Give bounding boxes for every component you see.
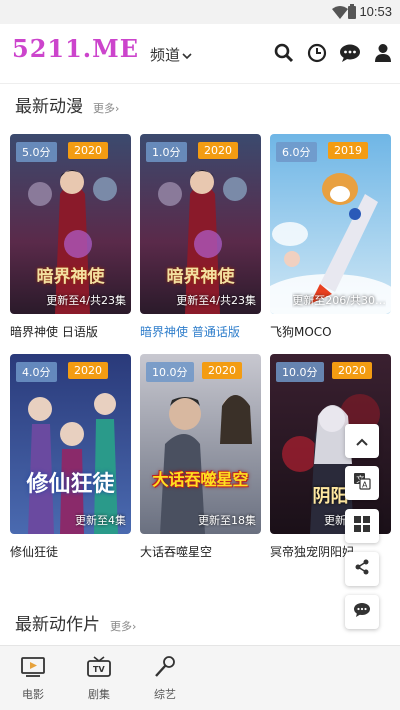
year-badge: 2019 (328, 142, 368, 159)
episode-status: 更新至18集 (198, 514, 256, 527)
episode-status: 更新至206/共30… (292, 294, 386, 307)
year-badge: 2020 (202, 362, 242, 379)
share-button[interactable] (345, 552, 379, 586)
nav-item-tv[interactable]: TV 剧集 (66, 646, 132, 710)
windows-icon (354, 516, 370, 536)
nav-label: 电影 (22, 688, 44, 701)
history-icon[interactable] (306, 42, 328, 64)
poster-image[interactable]: 6.0分 2019 更新至206/共30… (270, 134, 391, 314)
section-title: 最新动作片 (15, 615, 100, 635)
year-badge: 2020 (68, 142, 108, 159)
episode-status: 更新至4/共23集 (176, 294, 256, 307)
nav-item-variety[interactable]: 综艺 (132, 646, 198, 710)
score-badge: 1.0分 (146, 142, 187, 162)
windows-button[interactable] (345, 509, 379, 543)
year-badge: 2020 (332, 362, 372, 379)
search-icon[interactable] (273, 42, 295, 64)
svg-text:A: A (362, 481, 368, 490)
section-latest-anime: 最新动漫 更多› (15, 92, 119, 117)
movie-icon (21, 656, 45, 682)
user-icon[interactable] (372, 42, 394, 64)
translate-icon: 文A (353, 472, 371, 494)
poster-title-art: 大话吞噬星空 (152, 470, 249, 489)
year-badge: 2020 (68, 362, 108, 379)
bottom-nav: 电影 TV 剧集 综艺 (0, 645, 400, 710)
anime-card[interactable]: 暗界神使 5.0分 2020 更新至4/共23集 暗界神使 日语版 (10, 134, 131, 340)
nav-label: 剧集 (88, 688, 110, 701)
score-badge: 4.0分 (16, 362, 57, 382)
top-header: 5211.ME 频道 (0, 24, 400, 84)
poster-image[interactable]: 修仙狂徒 4.0分 2020 更新至4集 (10, 354, 131, 534)
score-badge: 10.0分 (276, 362, 324, 382)
more-link[interactable]: 更多› (93, 100, 119, 116)
episode-status: 更新至4集 (75, 514, 126, 527)
scroll-top-button[interactable] (345, 424, 379, 458)
card-title[interactable]: 暗界神使 日语版 (10, 323, 131, 340)
status-time: 10:53 (359, 4, 392, 19)
nav-item-movie[interactable]: 电影 (0, 646, 66, 710)
site-logo[interactable]: 5211.ME (12, 34, 139, 63)
anime-card[interactable]: 暗界神使 1.0分 2020 更新至4/共23集 暗界神使 普通话版 (140, 134, 261, 340)
poster-image[interactable]: 暗界神使 5.0分 2020 更新至4/共23集 (10, 134, 131, 314)
poster-title-art: 暗界神使 (36, 267, 105, 287)
anime-card[interactable]: 大话吞噬星空 10.0分 2020 更新至18集 大话吞噬星空 (140, 354, 261, 560)
nav-label: 综艺 (154, 688, 176, 701)
tv-icon: TV (87, 656, 111, 682)
anime-card[interactable]: 修仙狂徒 4.0分 2020 更新至4集 修仙狂徒 (10, 354, 131, 560)
year-badge: 2020 (198, 142, 238, 159)
channel-dropdown[interactable]: 频道 (150, 44, 192, 65)
section-latest-action: 最新动作片 更多› (15, 610, 136, 635)
poster-image[interactable]: 大话吞噬星空 10.0分 2020 更新至18集 (140, 354, 261, 534)
microphone-icon (153, 656, 177, 682)
more-link[interactable]: 更多› (110, 618, 136, 634)
share-icon (354, 559, 370, 579)
chat-button[interactable] (345, 595, 379, 629)
card-title[interactable]: 大话吞噬星空 (140, 543, 261, 560)
channel-label: 频道 (150, 46, 181, 64)
battery-icon (348, 4, 356, 23)
episode-status: 更新至4/共23集 (46, 294, 126, 307)
translate-button[interactable]: 文A (345, 466, 379, 500)
score-badge: 10.0分 (146, 362, 194, 382)
poster-title-art: 暗界神使 (166, 267, 235, 287)
wifi-icon (332, 5, 348, 24)
card-title[interactable]: 修仙狂徒 (10, 543, 131, 560)
score-badge: 5.0分 (16, 142, 57, 162)
chat-icon (353, 602, 371, 622)
chevron-down-icon (182, 46, 192, 64)
svg-text:TV: TV (93, 665, 105, 674)
scroll-top-icon (355, 432, 369, 451)
message-icon[interactable] (339, 42, 361, 64)
card-title[interactable]: 飞狗MOCO (270, 323, 391, 340)
card-title[interactable]: 暗界神使 普通话版 (140, 323, 261, 340)
status-bar: 10:53 (0, 0, 400, 24)
poster-title-art: 修仙狂徒 (26, 471, 115, 497)
poster-image[interactable]: 暗界神使 1.0分 2020 更新至4/共23集 (140, 134, 261, 314)
episode-status: 更新 (324, 514, 346, 527)
anime-card[interactable]: 6.0分 2019 更新至206/共30… 飞狗MOCO (270, 134, 391, 340)
section-title: 最新动漫 (15, 97, 83, 117)
score-badge: 6.0分 (276, 142, 317, 162)
